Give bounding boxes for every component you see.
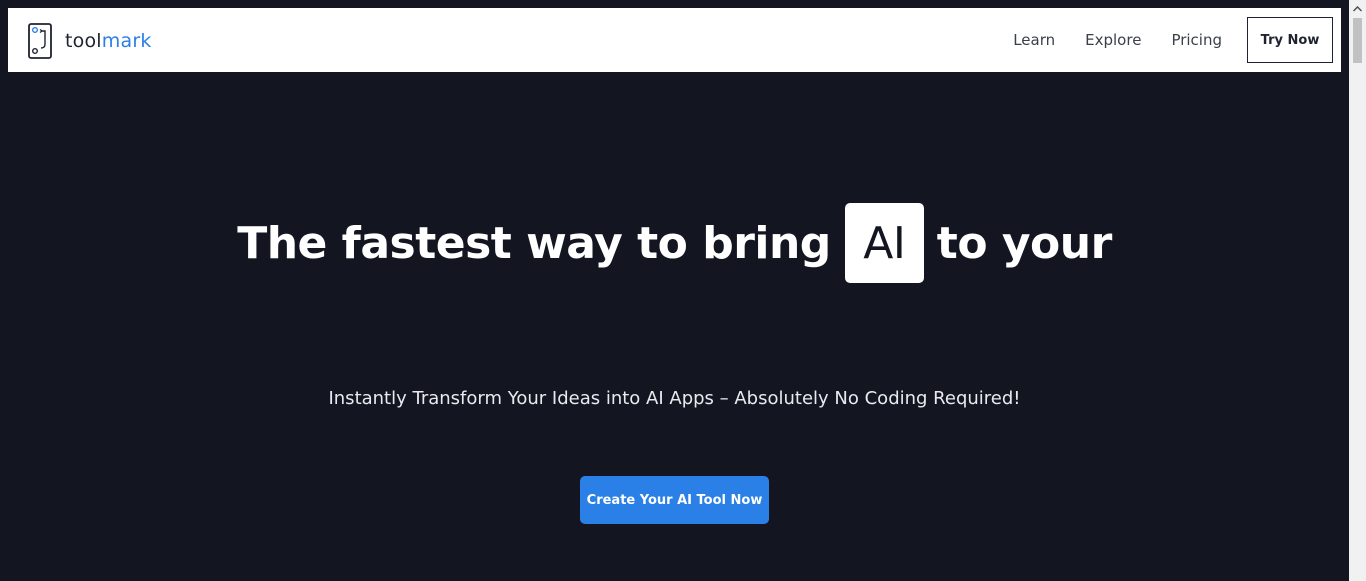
brand-name: toolmark xyxy=(65,29,152,52)
hero-subheadline: Instantly Transform Your Ideas into AI A… xyxy=(328,388,1021,409)
headline-after: to your xyxy=(936,217,1113,269)
scroll-thumb[interactable] xyxy=(1353,18,1362,63)
headline-before: The fastest way to bring xyxy=(237,217,831,269)
brand-name-part2: mark xyxy=(101,29,152,52)
chevron-up-icon[interactable] xyxy=(1349,0,1366,17)
vertical-scrollbar[interactable] xyxy=(1349,0,1366,581)
nav-link-explore[interactable]: Explore xyxy=(1085,31,1141,49)
navbar: toolmark Learn Explore Pricing Try Now xyxy=(8,8,1341,72)
hero-headline: The fastest way to bring AI to your xyxy=(0,203,1349,283)
brand-name-part1: tool xyxy=(65,29,102,52)
create-ai-tool-button[interactable]: Create Your AI Tool Now xyxy=(580,476,769,524)
toolmark-logo-icon xyxy=(28,23,52,59)
brand[interactable]: toolmark xyxy=(28,22,152,60)
nav-links: Learn Explore Pricing Try Now xyxy=(1013,16,1333,64)
nav-link-pricing[interactable]: Pricing xyxy=(1171,31,1222,49)
viewport: toolmark Learn Explore Pricing Try Now T… xyxy=(0,0,1349,581)
page: toolmark Learn Explore Pricing Try Now T… xyxy=(0,0,1366,581)
try-now-button[interactable]: Try Now xyxy=(1247,17,1333,63)
nav-link-learn[interactable]: Learn xyxy=(1013,31,1055,49)
headline-highlight-box: AI xyxy=(844,203,924,283)
